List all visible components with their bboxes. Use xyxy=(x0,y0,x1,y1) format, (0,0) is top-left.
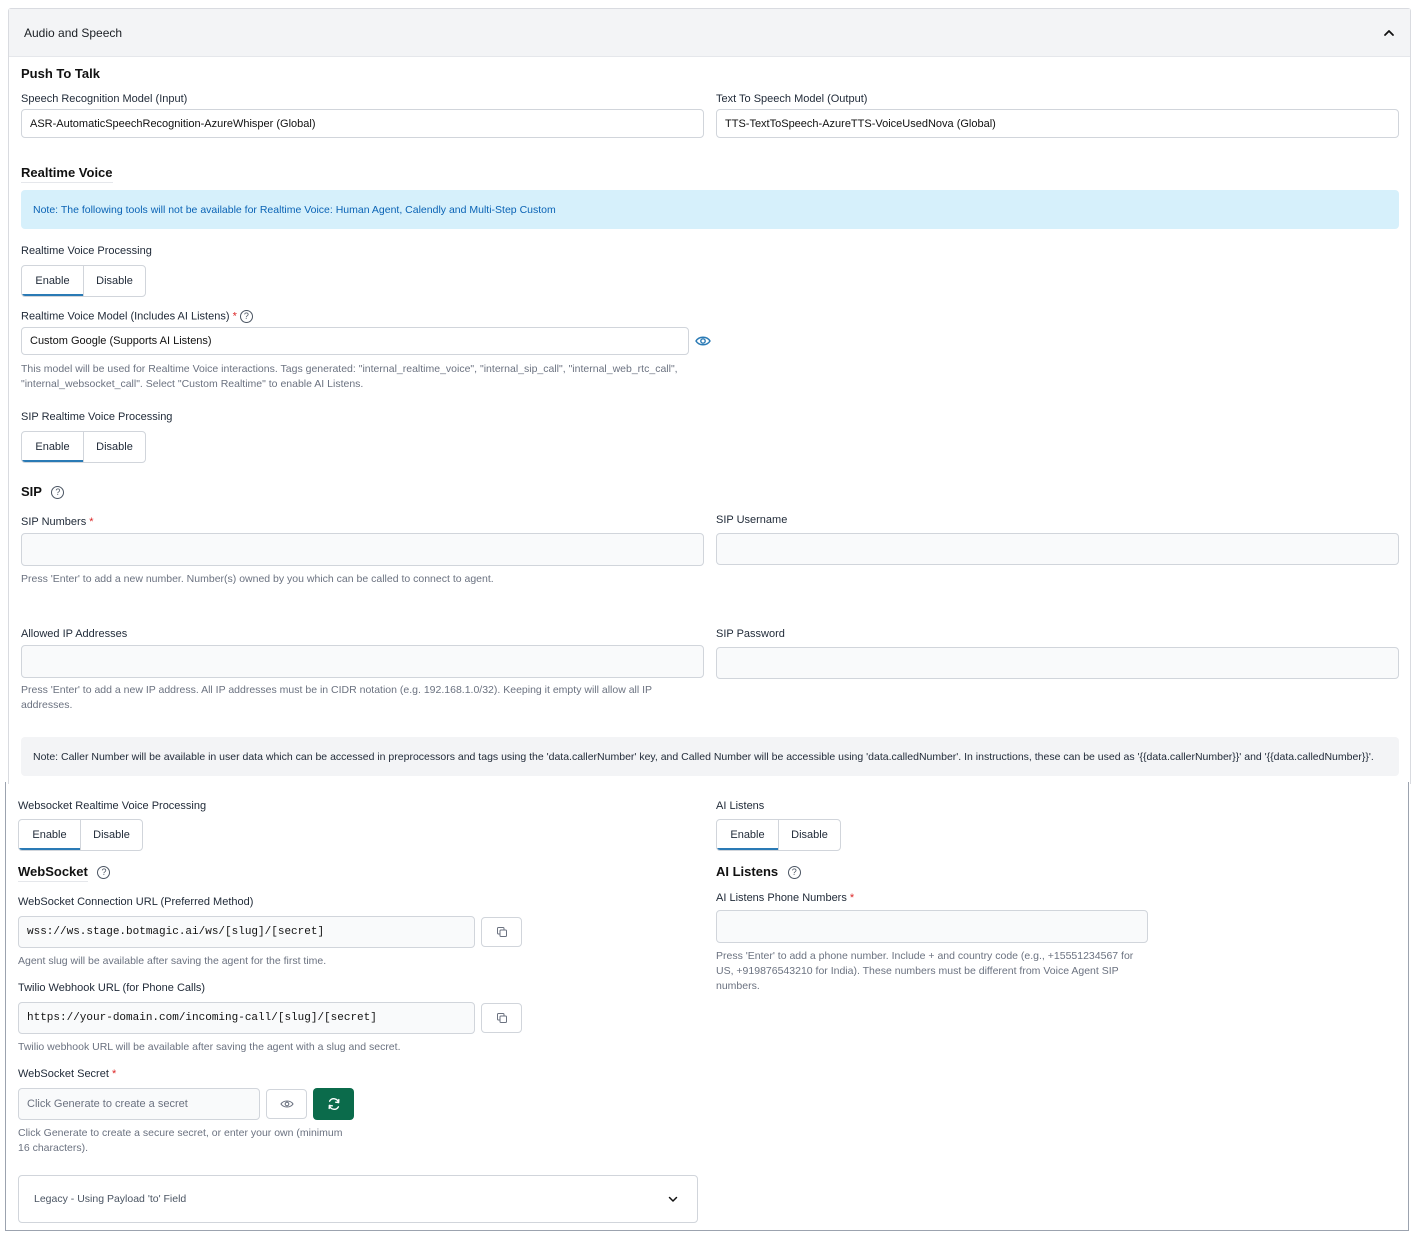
secret-placeholder: Click Generate to create a secret xyxy=(27,1098,188,1110)
help-line: Press 'Enter' to add a new IP address. A… xyxy=(21,684,653,696)
realtime-model-label: Realtime Voice Model (Includes AI Listen… xyxy=(21,310,253,323)
sip-numbers-label: SIP Numbers * xyxy=(21,516,94,528)
help-line: 16 characters). xyxy=(18,1142,89,1154)
allowed-ip-label: Allowed IP Addresses xyxy=(21,628,128,640)
asr-model-value: ASR-AutomaticSpeechRecognition-AzureWhis… xyxy=(30,117,316,130)
question-circle-icon[interactable]: ? xyxy=(51,486,65,500)
required-mark: * xyxy=(849,892,855,904)
realtime-enable-button[interactable]: Enable xyxy=(22,266,84,296)
copy-icon xyxy=(496,1013,507,1023)
sip-numbers-help: Press 'Enter' to add a new number. Numbe… xyxy=(21,573,494,585)
websocket-heading: WebSocket ? xyxy=(18,864,111,882)
chevron-up-icon[interactable] xyxy=(1382,26,1396,40)
tts-model-select[interactable]: TTS-TextToSpeech-AzureTTS-VoiceUsedNova … xyxy=(716,109,1399,138)
realtime-model-help: This model will be used for Realtime Voi… xyxy=(21,362,678,392)
refresh-icon xyxy=(328,1098,339,1110)
copy-icon xyxy=(496,927,507,937)
websocket-processing-toggle: Enable Disable xyxy=(18,819,143,851)
websocket-disable-button[interactable]: Disable xyxy=(81,820,142,850)
realtime-model-value: Custom Google (Supports AI Listens) xyxy=(30,335,212,347)
sip-disable-button[interactable]: Disable xyxy=(84,432,145,462)
required-mark: * xyxy=(232,310,237,323)
twilio-url-value: https://your-domain.com/incoming-call/[s… xyxy=(27,1012,377,1024)
sip-heading: SIP ? xyxy=(21,484,65,500)
sip-enable-button[interactable]: Enable xyxy=(22,432,84,462)
sip-username-input[interactable] xyxy=(716,533,1399,565)
ai-listens-phone-input[interactable] xyxy=(716,910,1148,943)
websocket-url-help: Agent slug will be available after savin… xyxy=(18,955,327,967)
realtime-voice-heading: Realtime Voice xyxy=(21,165,113,183)
asr-model-select[interactable]: ASR-AutomaticSpeechRecognition-AzureWhis… xyxy=(21,109,704,138)
websocket-url-label: WebSocket Connection URL (Preferred Meth… xyxy=(18,896,254,908)
ai-listens-disable-button[interactable]: Disable xyxy=(779,820,840,850)
sip-password-input[interactable] xyxy=(716,647,1399,679)
sip-password-label: SIP Password xyxy=(716,628,785,640)
twilio-url-field[interactable]: https://your-domain.com/incoming-call/[s… xyxy=(18,1002,475,1034)
websocket-secret-label-text: WebSocket Secret xyxy=(18,1068,109,1080)
ai-listens-toggle-label: AI Listens xyxy=(716,800,765,812)
legacy-payload-label: Legacy - Using Payload 'to' Field xyxy=(34,1193,187,1205)
websocket-secret-label: WebSocket Secret * xyxy=(18,1068,116,1080)
question-circle-icon[interactable]: ? xyxy=(97,866,111,880)
websocket-secret-help: Click Generate to create a secure secret… xyxy=(18,1126,342,1156)
websocket-url-value: wss://ws.stage.botmagic.ai/ws/[slug]/[se… xyxy=(27,926,325,938)
copy-twilio-url-button[interactable] xyxy=(481,1003,522,1033)
required-mark: * xyxy=(89,516,94,528)
toggle-secret-visibility-button[interactable] xyxy=(266,1089,307,1119)
allowed-ip-input[interactable] xyxy=(21,645,704,678)
tts-model-value: TTS-TextToSpeech-AzureTTS-VoiceUsedNova … xyxy=(725,117,996,130)
ai-listens-heading: AI Listens ? xyxy=(716,864,801,880)
realtime-disable-button[interactable]: Disable xyxy=(84,266,145,296)
sip-heading-text: SIP xyxy=(21,484,42,499)
caller-number-note: Note: Caller Number will be available in… xyxy=(21,737,1399,776)
help-line: numbers. xyxy=(716,980,760,992)
twilio-url-help: Twilio webhook URL will be available aft… xyxy=(18,1041,401,1053)
legacy-payload-accordion[interactable]: Legacy - Using Payload 'to' Field xyxy=(18,1175,698,1223)
push-to-talk-heading: Push To Talk xyxy=(21,66,100,81)
websocket-url-field[interactable]: wss://ws.stage.botmagic.ai/ws/[slug]/[se… xyxy=(18,916,475,948)
tts-label: Text To Speech Model (Output) xyxy=(716,93,868,105)
websocket-enable-button[interactable]: Enable xyxy=(19,820,81,850)
ai-listens-heading-text: AI Listens xyxy=(716,864,779,879)
question-circle-icon[interactable]: ? xyxy=(239,310,253,323)
sip-processing-toggle: Enable Disable xyxy=(21,431,146,463)
generate-secret-button[interactable] xyxy=(313,1088,354,1120)
help-line: addresses. xyxy=(21,699,73,711)
websocket-secret-input[interactable]: Click Generate to create a secret xyxy=(18,1088,260,1120)
eye-icon xyxy=(279,1100,294,1108)
asr-label: Speech Recognition Model (Input) xyxy=(21,93,188,105)
panel-header[interactable]: Audio and Speech xyxy=(9,9,1410,57)
ai-listens-phone-label-text: AI Listens Phone Numbers xyxy=(716,892,847,904)
help-line: Press 'Enter' to add a phone number. Inc… xyxy=(716,950,1134,962)
question-circle-icon[interactable]: ? xyxy=(787,866,801,880)
copy-websocket-url-button[interactable] xyxy=(481,917,522,947)
websocket-heading-text: WebSocket xyxy=(18,864,88,882)
required-mark: * xyxy=(111,1068,117,1080)
help-line: "internal_websocket_call". Select "Custo… xyxy=(21,378,364,390)
sip-numbers-input[interactable] xyxy=(21,533,704,566)
sip-username-label: SIP Username xyxy=(716,514,788,526)
allowed-ip-help: Press 'Enter' to add a new IP address. A… xyxy=(21,683,652,713)
eye-icon[interactable] xyxy=(695,334,711,348)
chevron-down-icon xyxy=(668,1196,678,1202)
help-line: This model will be used for Realtime Voi… xyxy=(21,363,678,375)
sip-numbers-label-text: SIP Numbers xyxy=(21,516,87,528)
realtime-processing-label: Realtime Voice Processing xyxy=(21,245,152,257)
sip-processing-label: SIP Realtime Voice Processing xyxy=(21,411,173,423)
help-line: Click Generate to create a secure secret… xyxy=(18,1127,343,1139)
realtime-processing-toggle: Enable Disable xyxy=(21,265,146,297)
ai-listens-phone-label: AI Listens Phone Numbers * xyxy=(716,892,854,904)
ai-listens-toggle: Enable Disable xyxy=(716,819,841,851)
realtime-model-label-text: Realtime Voice Model (Includes AI Listen… xyxy=(21,310,230,323)
ai-listens-phone-help: Press 'Enter' to add a phone number. Inc… xyxy=(716,949,1133,994)
ai-listens-enable-button[interactable]: Enable xyxy=(717,820,779,850)
twilio-url-label: Twilio Webhook URL (for Phone Calls) xyxy=(18,982,206,994)
help-line: US, +919876543210 for India). These numb… xyxy=(716,965,1119,977)
realtime-voice-info-note: Note: The following tools will not be av… xyxy=(21,190,1399,229)
websocket-processing-label: Websocket Realtime Voice Processing xyxy=(18,800,207,812)
realtime-model-select[interactable]: Custom Google (Supports AI Listens) xyxy=(21,327,689,355)
panel-title: Audio and Speech xyxy=(24,26,123,40)
